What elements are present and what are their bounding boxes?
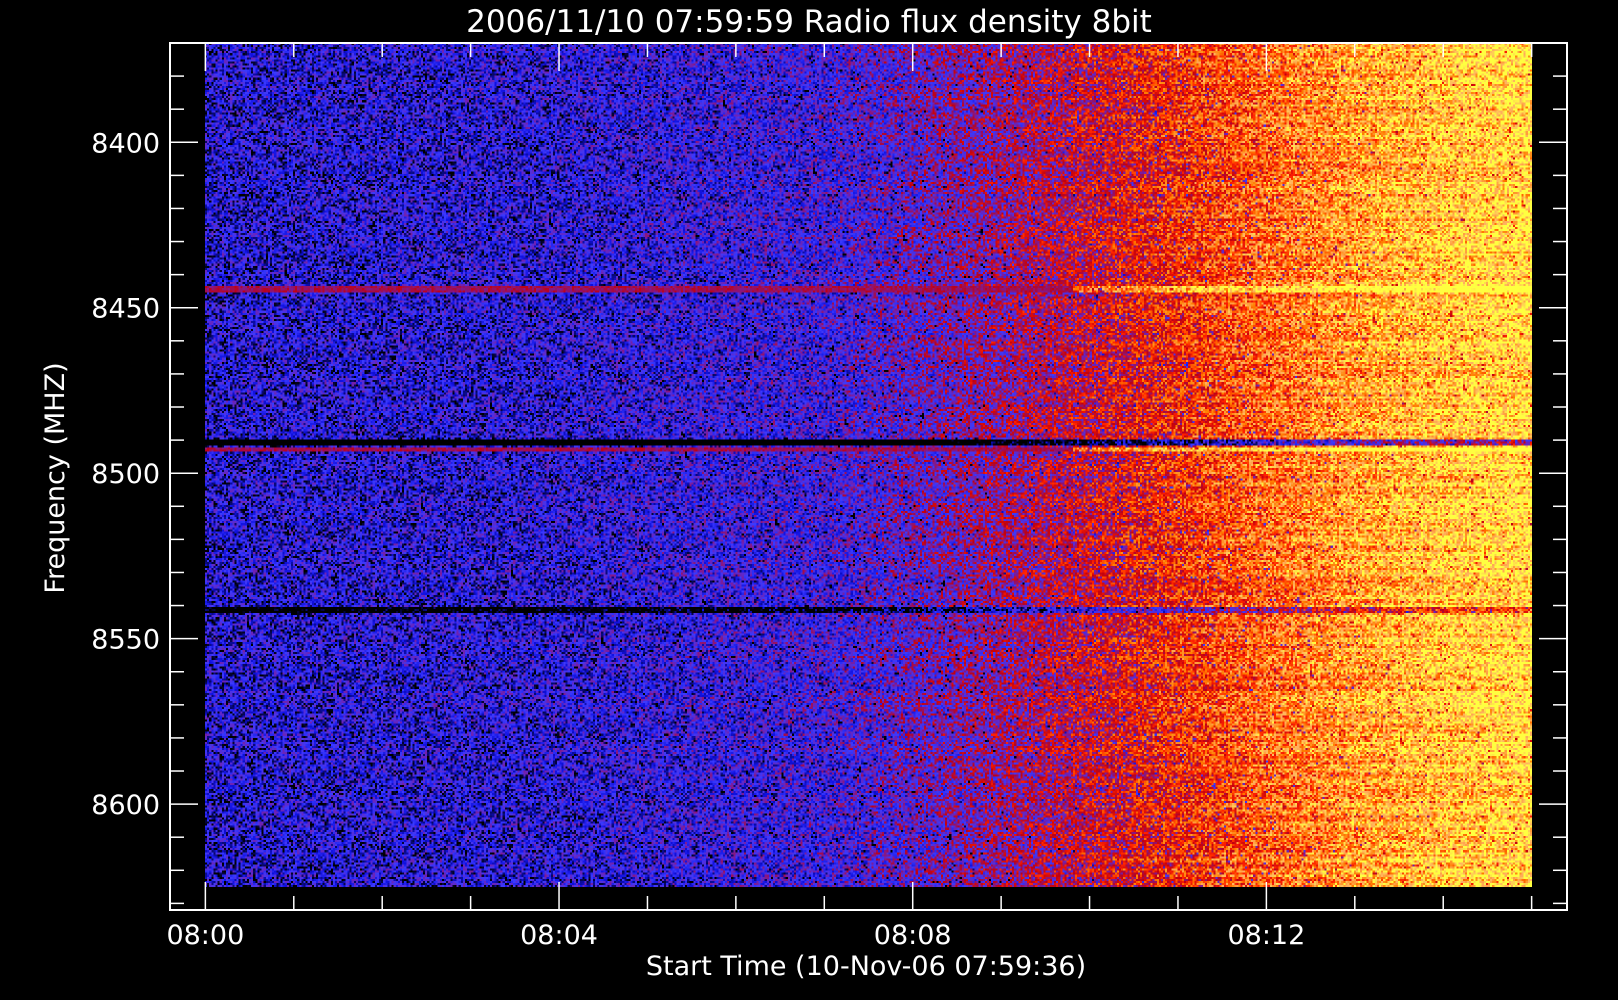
x-tick-label: 08:00 (166, 920, 244, 951)
y-tick-label: 8400 (91, 128, 160, 159)
x-tick-labels: 08:00 08:04 08:08 08:12 (166, 920, 1305, 951)
y-tick-labels: 8400 8450 8500 8550 8600 (91, 128, 160, 821)
y-tick-label: 8500 (91, 459, 160, 490)
chart-figure: 2006/11/10 07:59:59 Radio flux density 8… (0, 0, 1618, 1000)
x-tick-label: 08:12 (1227, 920, 1305, 951)
chart-overlay: 2006/11/10 07:59:59 Radio flux density 8… (40, 4, 1568, 982)
x-tick-label: 08:04 (520, 920, 598, 951)
y-tick-label: 8450 (91, 294, 160, 325)
chart-title: 2006/11/10 07:59:59 Radio flux density 8… (466, 4, 1152, 40)
x-axis-label: Start Time (10-Nov-06 07:59:36) (646, 951, 1086, 982)
y-axis-label: Frequency (MHZ) (40, 362, 71, 593)
axis-ticks (170, 42, 1567, 910)
x-tick-label: 08:08 (874, 920, 952, 951)
y-tick-label: 8550 (91, 625, 160, 656)
y-tick-label: 8600 (91, 790, 160, 821)
plot-frame (169, 42, 1568, 911)
